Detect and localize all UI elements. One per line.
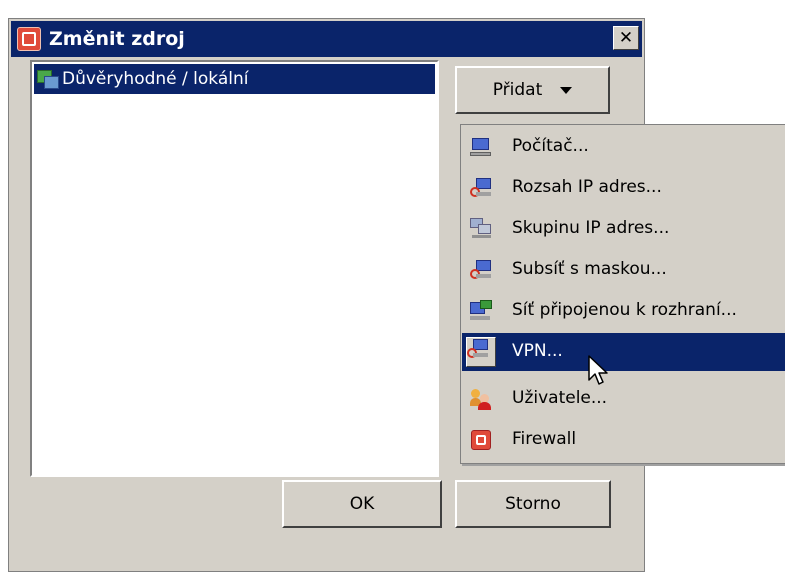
menu-item-label: VPN...: [512, 341, 563, 361]
vpn-icon: [466, 337, 496, 367]
cancel-button[interactable]: Storno: [455, 480, 611, 528]
menu-item-subnet[interactable]: Subsíť s maskou...: [462, 251, 785, 289]
ip-range-icon: [470, 177, 492, 199]
dialog-title: Změnit zdroj: [49, 28, 185, 50]
users-icon: [470, 388, 492, 410]
menu-item-label: Síť připojenou k rozhraní...: [512, 300, 737, 320]
app-icon: [17, 27, 41, 51]
menu-item-label: Subsíť s maskou...: [512, 259, 667, 279]
menu-item-label: Firewall: [512, 429, 577, 449]
title-bar[interactable]: Změnit zdroj ✕: [11, 21, 642, 57]
cancel-button-label: Storno: [505, 494, 561, 514]
subnet-icon: [470, 259, 492, 281]
menu-item-users[interactable]: Uživatele...: [462, 380, 785, 418]
mouse-cursor-icon: [588, 355, 608, 385]
ok-button[interactable]: OK: [282, 480, 442, 528]
menu-item-label: Počítač...: [512, 136, 589, 156]
list-item[interactable]: Důvěryhodné / lokální: [34, 64, 435, 94]
menu-item-label: Uživatele...: [512, 388, 608, 408]
menu-item-label: Rozsah IP adres...: [512, 177, 662, 197]
ip-group-icon: [470, 218, 492, 240]
add-button-label: Přidat: [492, 80, 543, 100]
menu-item-ip-group[interactable]: Skupinu IP adres...: [462, 210, 785, 248]
chevron-down-icon: [560, 86, 573, 94]
menu-item-vpn[interactable]: VPN...: [462, 333, 785, 371]
menu-item-label: Skupinu IP adres...: [512, 218, 670, 238]
firewall-icon: [470, 429, 492, 451]
source-list[interactable]: Důvěryhodné / lokální: [30, 60, 439, 477]
list-item-label: Důvěryhodné / lokální: [62, 69, 249, 89]
close-icon: ✕: [618, 28, 634, 48]
ok-button-label: OK: [349, 494, 375, 514]
menu-item-computer[interactable]: Počítač...: [462, 128, 785, 166]
interface-network-icon: [470, 300, 492, 322]
add-button[interactable]: Přidat: [455, 66, 610, 114]
add-menu: Počítač... Rozsah IP adres... Skupinu IP…: [460, 124, 785, 464]
menu-item-interface-network[interactable]: Síť připojenou k rozhraní...: [462, 292, 785, 330]
network-icon: [37, 70, 59, 89]
close-button[interactable]: ✕: [613, 26, 639, 50]
computer-icon: [470, 136, 492, 158]
menu-item-ip-range[interactable]: Rozsah IP adres...: [462, 169, 785, 207]
menu-item-firewall[interactable]: Firewall: [462, 421, 785, 459]
